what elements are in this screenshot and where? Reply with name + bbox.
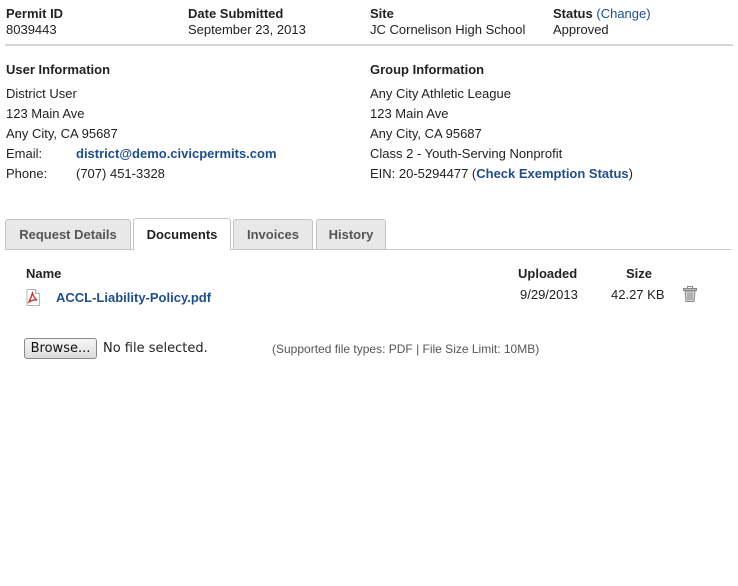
column-header-name: Name — [26, 266, 62, 281]
check-exemption-link[interactable]: Check Exemption Status — [476, 166, 628, 181]
user-address-line1: 123 Main Ave — [6, 106, 85, 121]
document-link[interactable]: ACCL-Liability-Policy.pdf — [56, 290, 211, 305]
status-header: Status (Change) — [553, 6, 651, 21]
group-class: Class 2 - Youth-Serving Nonprofit — [370, 146, 563, 161]
date-submitted-label: Date Submitted — [188, 6, 284, 21]
status-paren-close: ) — [646, 6, 651, 21]
ein-line: EIN: 20-5294477 (Check Exemption Status) — [370, 164, 633, 184]
permit-id-label: Permit ID — [6, 6, 64, 21]
status-label: Status — [553, 6, 593, 21]
tab-history[interactable]: History — [316, 219, 386, 249]
user-name: District User — [6, 86, 77, 101]
status-value: Approved — [553, 22, 609, 37]
document-uploaded-date: 9/29/2013 — [520, 287, 578, 302]
tab-documents[interactable]: Documents — [133, 218, 231, 250]
group-name: Any City Athletic League — [370, 86, 511, 101]
column-header-uploaded: Uploaded — [518, 266, 578, 281]
browse-button[interactable]: Browse... — [24, 338, 97, 359]
change-status-link[interactable]: Change — [601, 6, 647, 21]
header-divider — [5, 44, 733, 46]
document-size: 42.27 KB — [611, 287, 665, 302]
ein-value: EIN: 20-5294477 ( — [370, 166, 477, 181]
date-submitted-value: September 23, 2013 — [188, 22, 306, 37]
group-address-line2: Any City, CA 95687 — [370, 126, 482, 141]
trash-icon[interactable] — [683, 286, 697, 302]
pdf-icon — [26, 289, 40, 306]
group-info-title: Group Information — [370, 62, 485, 77]
column-header-size: Size — [626, 266, 653, 281]
tab-request-details[interactable]: Request Details — [5, 219, 131, 249]
phone-label: Phone: — [6, 166, 48, 181]
ein-paren-close: ) — [628, 166, 634, 181]
user-address-line2: Any City, CA 95687 — [6, 126, 118, 141]
tab-bar-baseline — [5, 249, 731, 250]
user-info-title: User Information — [6, 62, 111, 77]
supported-file-types-hint: (Supported file types: PDF | File Size L… — [272, 342, 540, 356]
tab-bar: Request Details Documents Invoices Histo… — [5, 218, 731, 250]
site-value: JC Cornelison High School — [370, 22, 526, 37]
tab-invoices[interactable]: Invoices — [233, 219, 313, 249]
permit-id-value: 8039443 — [6, 22, 57, 37]
site-label: Site — [370, 6, 394, 21]
group-address-line1: 123 Main Ave — [370, 106, 449, 121]
phone-value: (707) 451-3328 — [76, 166, 165, 181]
no-file-selected-text: No file selected. — [103, 341, 208, 356]
email-link[interactable]: district@demo.civicpermits.com — [76, 144, 277, 164]
email-label: Email: — [6, 146, 43, 161]
